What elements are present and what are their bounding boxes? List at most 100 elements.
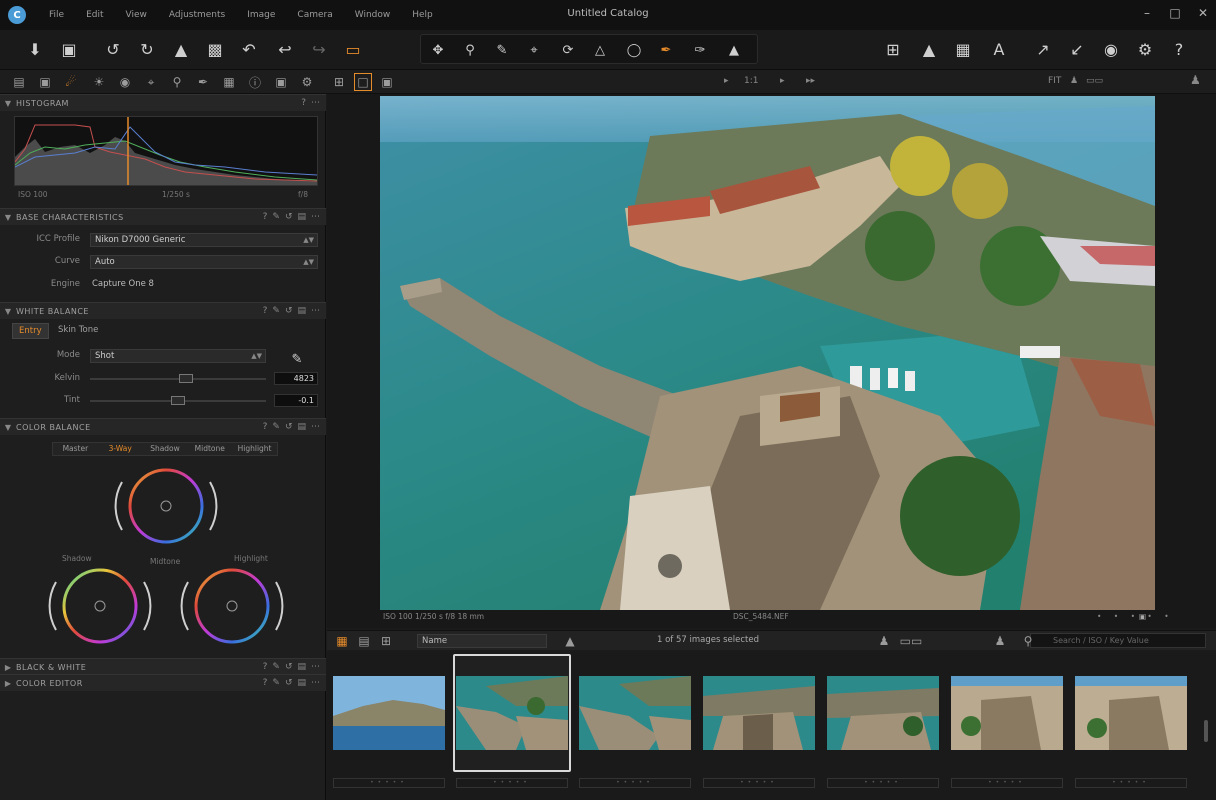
picker-small-icon[interactable]: ✎ <box>272 678 280 688</box>
collapse-chevron-icon[interactable]: ▼ <box>0 307 16 316</box>
menu-help[interactable]: Help <box>401 10 444 20</box>
help-small-icon[interactable]: ? <box>263 662 268 672</box>
copy-adjust-icon[interactable]: ↗ <box>1030 36 1056 62</box>
fit-readout[interactable]: FIT <box>1048 76 1061 86</box>
picker-small-icon[interactable]: ✎ <box>272 422 280 432</box>
user-icon[interactable]: ♟ <box>1190 73 1201 87</box>
wb-tab-entry[interactable]: Entry <box>12 323 49 339</box>
curve-dropdown[interactable]: Auto ▲▼ <box>90 255 318 269</box>
thumbnail-6[interactable] <box>951 676 1063 750</box>
cb-tab-shadow[interactable]: Shadow <box>143 443 188 455</box>
preset-small-icon[interactable]: ▤ <box>297 212 306 222</box>
zoom-in-icon[interactable]: ▸▸ <box>806 76 815 86</box>
preview-icon[interactable]: ◉ <box>1098 36 1124 62</box>
expand-chevron-icon[interactable]: ▶ <box>0 663 16 672</box>
eraser-icon[interactable]: ✑ <box>687 37 713 63</box>
zoom-icon[interactable]: ⚲ <box>457 37 483 63</box>
menu-file[interactable]: File <box>38 10 75 20</box>
photo-rating-stars[interactable]: • • • • • <box>1097 612 1174 621</box>
exposure-warning-icon[interactable]: ▲ <box>916 36 942 62</box>
preset-small-icon[interactable]: ▤ <box>297 306 306 316</box>
batch-tab-icon[interactable]: ⚙ <box>298 73 316 91</box>
highlight-color-wheel[interactable] <box>174 562 290 652</box>
thumbnail-rating[interactable]: ••••• <box>456 778 568 788</box>
gradient-icon[interactable]: ▲ <box>721 37 747 63</box>
thumbnail-3[interactable] <box>579 676 691 750</box>
picker-small-icon[interactable]: ✎ <box>272 212 280 222</box>
picker-small-icon[interactable]: ✎ <box>272 662 280 672</box>
filmstrip-scrollbar[interactable] <box>1204 720 1208 742</box>
photo-color-tag-icon[interactable]: ▣ <box>1139 612 1146 621</box>
composition-tab-icon[interactable]: ⌖ <box>142 73 160 91</box>
menu-view[interactable]: View <box>115 10 158 20</box>
color-tab-icon[interactable]: ☄ <box>62 73 80 91</box>
reset-small-icon[interactable]: ↺ <box>285 212 293 222</box>
black-white-header[interactable]: ▶ BLACK & WHITE ? ✎ ↺ ▤ ⋯ <box>0 658 326 675</box>
tint-slider-thumb[interactable] <box>171 396 185 405</box>
thumbnail-rating[interactable]: ••••• <box>951 778 1063 788</box>
maximize-icon[interactable]: □ <box>1168 6 1182 20</box>
adjustments-tab-icon[interactable]: ▦ <box>220 73 238 91</box>
auto-adjust-icon[interactable]: ▲ <box>168 36 194 62</box>
icc-profile-dropdown[interactable]: Nikon D7000 Generic ▲▼ <box>90 233 318 247</box>
search-icon[interactable]: ⚲ <box>1019 632 1037 650</box>
compare-toggle-icon[interactable]: ▭▭ <box>1086 76 1103 86</box>
base-characteristics-header[interactable]: ▼ BASE CHARACTERISTICS ? ✎ ↺ ▤ ⋯ <box>0 208 326 225</box>
rotate-right-icon[interactable]: ↻ <box>134 36 160 62</box>
collapse-chevron-icon[interactable]: ▼ <box>0 423 16 432</box>
close-icon[interactable]: ✕ <box>1196 6 1210 20</box>
spot-icon[interactable]: ◯ <box>621 37 647 63</box>
thumbnail-view-icon[interactable]: ▦ <box>333 632 351 650</box>
preset-small-icon[interactable]: ▤ <box>297 422 306 432</box>
apply-adjust-icon[interactable]: ↙ <box>1064 36 1090 62</box>
metadata-tab-icon[interactable]: ⓘ <box>246 73 264 91</box>
kelvin-slider-thumb[interactable] <box>179 374 194 383</box>
person-icon[interactable]: ♟ <box>875 632 893 650</box>
crop-icon[interactable]: ⌖ <box>521 37 547 63</box>
fullscreen-view-icon[interactable]: ▣ <box>378 73 396 91</box>
rotate-tool-icon[interactable]: ⟳ <box>555 37 581 63</box>
sort-direction-icon[interactable]: ▲ <box>561 632 579 650</box>
keystone-icon[interactable]: △ <box>587 37 613 63</box>
picker-icon[interactable]: ✎ <box>489 37 515 63</box>
help-icon[interactable]: ? <box>1166 36 1192 62</box>
rotate-left-icon[interactable]: ↺ <box>100 36 126 62</box>
thumbnail-rating[interactable]: ••••• <box>827 778 939 788</box>
undo-icon[interactable]: ↶ <box>236 36 262 62</box>
import-icon[interactable]: ⬇ <box>22 36 48 62</box>
menu-small-icon[interactable]: ⋯ <box>311 98 320 108</box>
midtone-color-wheel[interactable] <box>108 462 224 552</box>
help-small-icon[interactable]: ? <box>263 212 268 222</box>
picker-small-icon[interactable]: ✎ <box>272 306 280 316</box>
zoom-readout[interactable]: 1:1 <box>744 76 758 86</box>
reset-small-icon[interactable]: ↺ <box>285 306 293 316</box>
proof-icon[interactable]: ▦ <box>950 36 976 62</box>
multi-view-icon[interactable]: ⊞ <box>330 73 348 91</box>
thumbnail-5[interactable] <box>827 676 939 750</box>
menu-adjustments[interactable]: Adjustments <box>158 10 236 20</box>
collapse-chevron-icon[interactable]: ▼ <box>0 99 16 108</box>
batch-folder-icon[interactable]: ▭ <box>340 36 366 62</box>
help-small-icon[interactable]: ? <box>263 422 268 432</box>
menu-small-icon[interactable]: ⋯ <box>311 306 320 316</box>
minimize-icon[interactable]: – <box>1140 6 1154 20</box>
delete-icon[interactable]: ▩ <box>202 36 228 62</box>
local-adjust-tab-icon[interactable]: ✒ <box>194 73 212 91</box>
camera-icon[interactable]: ▣ <box>56 36 82 62</box>
expand-chevron-icon[interactable]: ▶ <box>0 679 16 688</box>
single-view-icon[interactable]: □ <box>354 73 372 91</box>
pan-icon[interactable]: ✥ <box>425 37 451 63</box>
search-input[interactable]: Search / ISO / Key Value <box>1030 633 1206 648</box>
shadow-color-wheel[interactable] <box>42 562 158 652</box>
reset-small-icon[interactable]: ↺ <box>285 422 293 432</box>
thumbnail-rating[interactable]: ••••• <box>703 778 815 788</box>
cb-tab-highlight[interactable]: Highlight <box>232 443 277 455</box>
menu-window[interactable]: Window <box>344 10 402 20</box>
menu-small-icon[interactable]: ⋯ <box>311 678 320 688</box>
menu-small-icon[interactable]: ⋯ <box>311 662 320 672</box>
help-small-icon[interactable]: ? <box>263 306 268 316</box>
menu-small-icon[interactable]: ⋯ <box>311 212 320 222</box>
kelvin-slider-track[interactable] <box>90 378 266 380</box>
details-tab-icon[interactable]: ⚲ <box>168 73 186 91</box>
undo-all-icon[interactable]: ↩ <box>272 36 298 62</box>
